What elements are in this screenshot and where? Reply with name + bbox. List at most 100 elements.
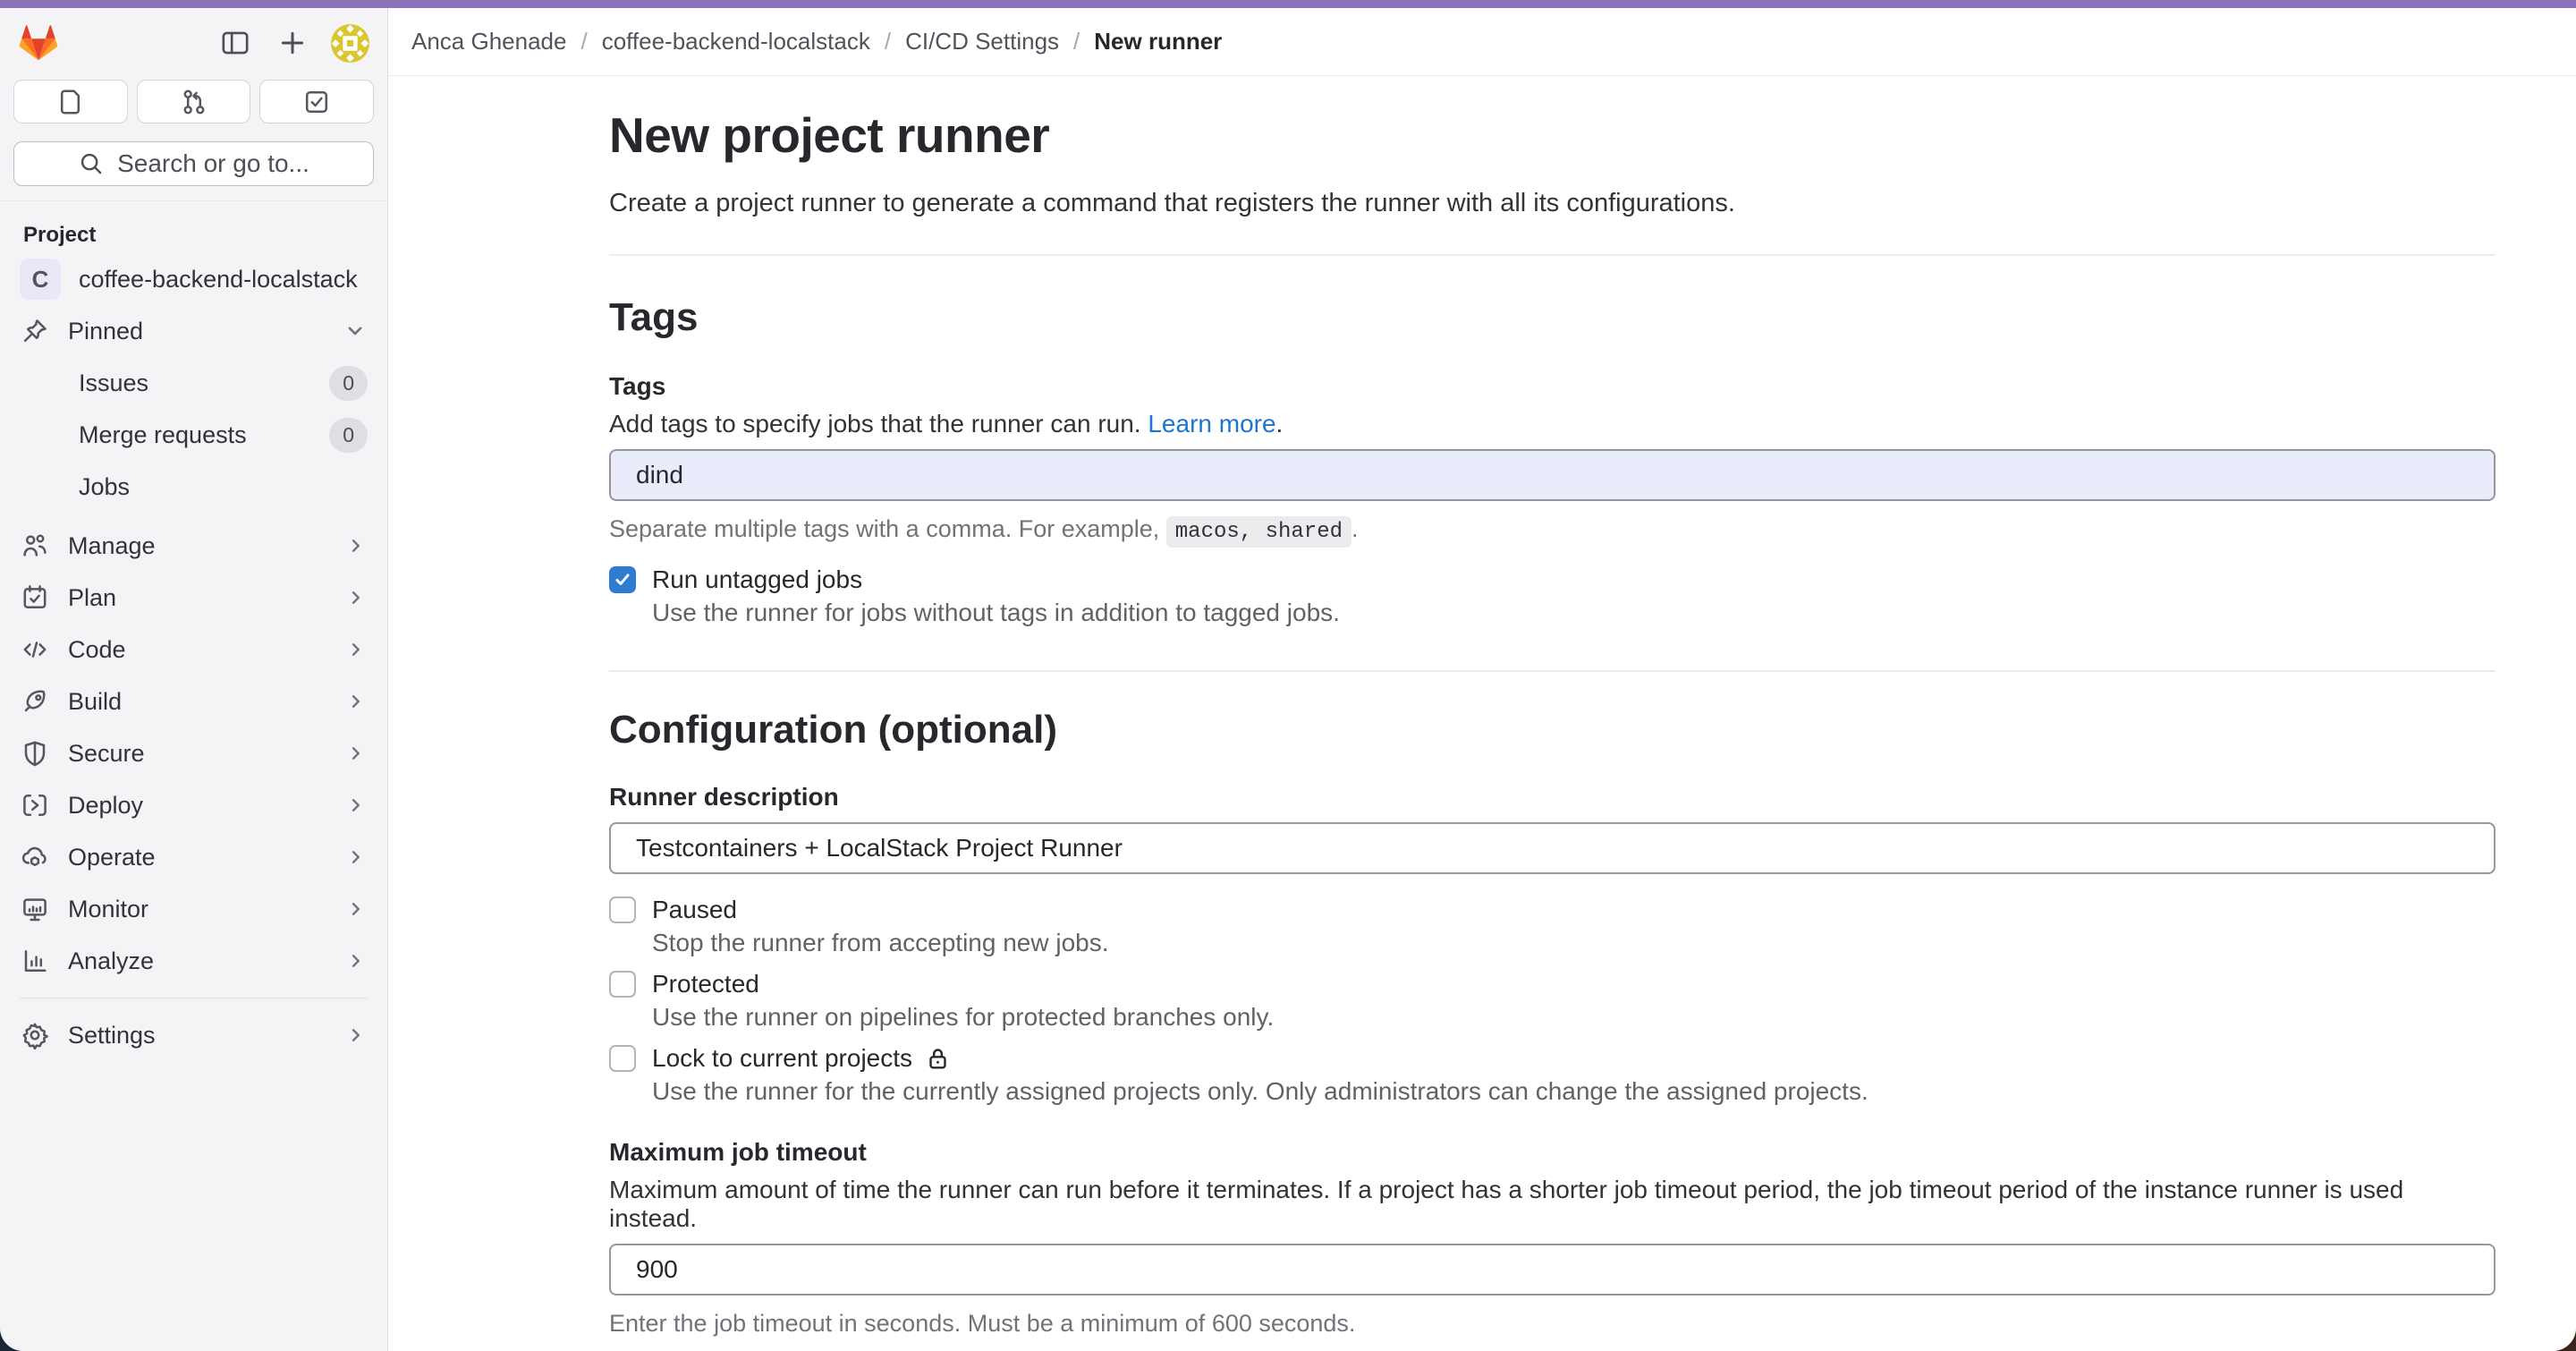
jobs-label: Jobs [79, 473, 130, 501]
sidebar-item-build[interactable]: Build [0, 676, 387, 727]
learn-more-link[interactable]: Learn more [1148, 410, 1275, 438]
deploy-label: Deploy [68, 792, 143, 820]
gear-icon [20, 1021, 50, 1049]
monitor-icon [20, 895, 50, 923]
breadcrumb-separator: / [885, 28, 891, 55]
tags-section-heading: Tags [609, 295, 2496, 340]
issues-count-badge: 0 [329, 366, 368, 401]
timeout-help: Maximum amount of time the runner can ru… [609, 1176, 2496, 1233]
window-top-stripe [0, 0, 2576, 8]
sidebar-item-analyze[interactable]: Analyze [0, 935, 387, 987]
breadcrumb-user[interactable]: Anca Ghenade [411, 28, 566, 55]
sidebar-item-code[interactable]: Code [0, 624, 387, 676]
operate-label: Operate [68, 844, 156, 871]
section-divider [609, 254, 2496, 256]
rocket-icon [20, 687, 50, 716]
section-divider [609, 670, 2496, 672]
breadcrumb-project[interactable]: coffee-backend-localstack [602, 28, 870, 55]
shortcut-issues[interactable] [13, 80, 128, 123]
collapse-sidebar-button[interactable] [215, 22, 256, 64]
protected-row: Protected [609, 970, 2496, 998]
secure-label: Secure [68, 740, 145, 768]
deploy-icon [20, 791, 50, 820]
breadcrumb-cicd-settings[interactable]: CI/CD Settings [905, 28, 1059, 55]
gitlab-logo[interactable] [18, 22, 59, 64]
breadcrumb-separator: / [580, 28, 587, 55]
browser-window: Search or go to... Project C coffee-back… [0, 0, 2576, 1351]
lock-label[interactable]: Lock to current projects [652, 1044, 951, 1073]
tags-hint: Separate multiple tags with a comma. For… [609, 515, 2496, 544]
shield-icon [20, 739, 50, 768]
timeout-input[interactable] [609, 1244, 2496, 1296]
main-area: Anca Ghenade / coffee-backend-localstack… [388, 8, 2576, 1351]
avatar-identicon-icon [331, 24, 369, 63]
todo-check-icon [302, 88, 331, 116]
sidebar-item-issues[interactable]: Issues 0 [0, 357, 387, 409]
page-title: New project runner [609, 106, 2496, 164]
protected-help: Use the runner on pipelines for protecte… [652, 1003, 2496, 1032]
paused-row: Paused [609, 896, 2496, 924]
merge-request-icon [180, 88, 208, 116]
plus-icon [277, 28, 308, 58]
sidebar-item-manage[interactable]: Manage [0, 520, 387, 572]
lock-icon [925, 1046, 951, 1072]
tags-help-text: Add tags to specify jobs that the runner… [609, 410, 1141, 438]
sidebar-item-monitor[interactable]: Monitor [0, 883, 387, 935]
protected-label[interactable]: Protected [652, 970, 759, 998]
sidebar-item-settings[interactable]: Settings [0, 1009, 387, 1061]
run-untagged-checkbox[interactable] [609, 566, 636, 593]
gitlab-app: Search or go to... Project C coffee-back… [0, 8, 2576, 1351]
tags-hint-period: . [1352, 515, 1359, 542]
sidebar-item-deploy[interactable]: Deploy [0, 779, 387, 831]
page-description: Create a project runner to generate a co… [609, 189, 2496, 218]
project-avatar: C [20, 259, 61, 300]
runner-description-label: Runner description [609, 783, 2496, 811]
tags-input[interactable] [609, 449, 2496, 501]
lock-label-text: Lock to current projects [652, 1044, 912, 1073]
chevron-right-icon [344, 1024, 368, 1047]
lock-checkbox[interactable] [609, 1045, 636, 1072]
sidebar-item-merge-requests[interactable]: Merge requests 0 [0, 409, 387, 461]
pinned-label: Pinned [68, 318, 143, 345]
sidebar-item-secure[interactable]: Secure [0, 727, 387, 779]
users-icon [20, 531, 50, 560]
search-box[interactable]: Search or go to... [13, 141, 374, 186]
sidebar: Search or go to... Project C coffee-back… [0, 8, 388, 1351]
sidebar-item-jobs[interactable]: Jobs [0, 461, 387, 513]
code-icon [20, 635, 50, 664]
tags-hint-text: Separate multiple tags with a comma. For… [609, 515, 1159, 542]
sidebar-item-project[interactable]: C coffee-backend-localstack [0, 253, 387, 305]
sidebar-item-plan[interactable]: Plan [0, 572, 387, 624]
chart-icon [20, 947, 50, 975]
breadcrumb: Anca Ghenade / coffee-backend-localstack… [388, 8, 2576, 76]
runner-description-input[interactable] [609, 822, 2496, 874]
calendar-icon [20, 583, 50, 612]
run-untagged-label[interactable]: Run untagged jobs [652, 565, 862, 594]
breadcrumb-separator: / [1073, 28, 1080, 55]
paused-help: Stop the runner from accepting new jobs. [652, 929, 2496, 957]
run-untagged-row: Run untagged jobs [609, 565, 2496, 594]
code-label: Code [68, 636, 126, 664]
timeout-hint: Enter the job timeout in seconds. Must b… [609, 1310, 2496, 1338]
analyze-label: Analyze [68, 947, 154, 975]
sidebar-header [0, 8, 387, 74]
project-name: coffee-backend-localstack [79, 266, 358, 293]
user-avatar[interactable] [331, 24, 369, 63]
check-icon [613, 570, 632, 590]
sidebar-item-pinned[interactable]: Pinned [0, 305, 387, 357]
shortcut-merge-requests[interactable] [137, 80, 251, 123]
plan-label: Plan [68, 584, 116, 612]
create-new-button[interactable] [272, 22, 313, 64]
protected-checkbox[interactable] [609, 971, 636, 998]
sidebar-shortcuts [13, 80, 374, 123]
chevron-right-icon [344, 638, 368, 661]
lock-help: Use the runner for the currently assigne… [652, 1077, 2496, 1106]
paused-label[interactable]: Paused [652, 896, 737, 924]
paused-checkbox[interactable] [609, 896, 636, 923]
tags-field-label: Tags [609, 372, 2496, 401]
shortcut-todos[interactable] [259, 80, 374, 123]
issues-icon [56, 88, 85, 116]
run-untagged-help: Use the runner for jobs without tags in … [652, 599, 2496, 627]
issues-label: Issues [79, 370, 148, 397]
sidebar-item-operate[interactable]: Operate [0, 831, 387, 883]
